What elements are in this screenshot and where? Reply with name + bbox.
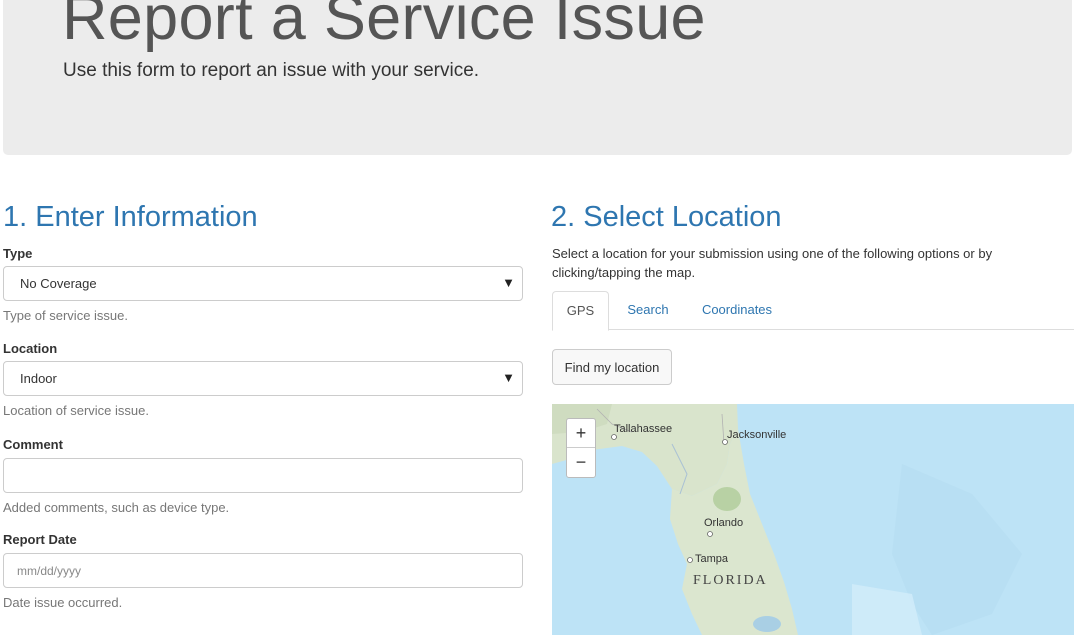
location-select-value: Indoor — [20, 371, 57, 386]
map-label-tampa: Tampa — [695, 553, 729, 565]
report-date-input[interactable]: mm/dd/yyyy — [3, 553, 523, 588]
location-help: Location of service issue. — [3, 403, 149, 418]
comment-help: Added comments, such as device type. — [3, 500, 230, 515]
map-label-state: FLORIDA — [693, 573, 768, 588]
location-select[interactable]: Indoor ▼ — [3, 361, 523, 396]
page-header: Report a Service Issue Use this form to … — [3, 0, 1072, 155]
map-tiles — [552, 404, 1022, 635]
find-my-location-button[interactable]: Find my location — [552, 349, 672, 385]
report-date-help: Date issue occurred. — [3, 595, 123, 610]
report-date-label: Report Date — [3, 532, 77, 547]
zoom-control: + − — [566, 418, 596, 478]
zoom-in-button[interactable]: + — [567, 419, 595, 448]
tab-gps[interactable]: GPS — [552, 291, 609, 331]
page-subtitle: Use this form to report an issue with yo… — [63, 60, 480, 81]
comment-input[interactable] — [3, 458, 523, 493]
chevron-down-icon: ▼ — [502, 370, 515, 385]
chevron-down-icon: ▼ — [502, 275, 515, 290]
type-help: Type of service issue. — [3, 308, 128, 323]
type-select-value: No Coverage — [20, 276, 97, 291]
tab-coordinates[interactable]: Coordinates — [693, 291, 781, 330]
select-location-heading: 2. Select Location — [551, 201, 782, 233]
comment-label: Comment — [3, 437, 63, 452]
type-label: Type — [3, 246, 33, 261]
map-label-jacksonville: Jacksonville — [727, 429, 787, 441]
map-label-orlando: Orlando — [704, 517, 744, 529]
enter-information-heading: 1. Enter Information — [3, 201, 258, 233]
map[interactable]: + − Tallahassee Jacksonville Orlando Tam… — [552, 404, 1074, 635]
zoom-out-button[interactable]: − — [567, 448, 595, 477]
location-tabs: GPS Search Coordinates — [552, 291, 1074, 331]
report-date-placeholder: mm/dd/yyyy — [17, 564, 82, 578]
page-title: Report a Service Issue — [62, 0, 706, 53]
location-label: Location — [3, 341, 58, 356]
location-description: Select a location for your submission us… — [552, 246, 993, 280]
map-label-tallahassee: Tallahassee — [614, 423, 673, 435]
tab-search[interactable]: Search — [616, 291, 680, 330]
type-select[interactable]: No Coverage ▼ — [3, 266, 523, 301]
